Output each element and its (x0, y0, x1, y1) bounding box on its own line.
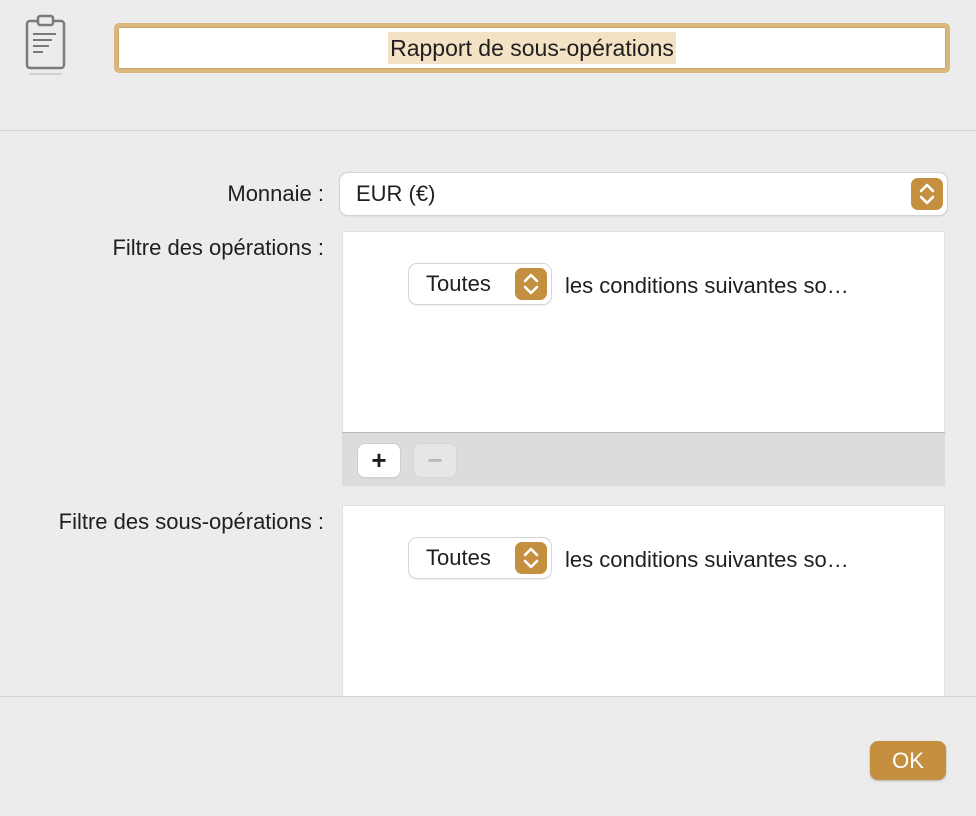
transaction-match-value: Toutes (426, 271, 491, 296)
transaction-filter-label: Filtre des opérations : (112, 235, 324, 260)
transaction-filter-toolbar: + − (342, 432, 945, 486)
report-header: Rapport de sous-opérations (0, 0, 976, 131)
ok-button[interactable]: OK (870, 741, 946, 780)
report-title-field[interactable]: Rapport de sous-opérations (114, 23, 950, 73)
transaction-match-select[interactable]: Toutes (409, 264, 551, 304)
currency-select[interactable]: EUR (€) (340, 173, 947, 215)
add-condition-button[interactable]: + (358, 444, 400, 477)
chevron-updown-icon (515, 268, 547, 300)
transaction-conditions-text: les conditions suivantes so… (565, 273, 849, 298)
split-filter-label: Filtre des sous-opérations : (58, 509, 324, 534)
report-title: Rapport de sous-opérations (388, 32, 676, 64)
currency-label: Monnaie : (227, 181, 324, 206)
remove-condition-button[interactable]: − (414, 444, 456, 477)
chevron-updown-icon (911, 178, 943, 210)
split-filter-panel: Toutes les conditions suivantes so… (342, 505, 945, 696)
split-match-select[interactable]: Toutes (409, 538, 551, 578)
clipboard-report-icon (24, 14, 68, 78)
split-match-value: Toutes (426, 545, 491, 570)
transaction-filter-panel: Toutes les conditions suivantes so… (342, 231, 945, 433)
dialog-footer: OK (0, 696, 976, 816)
split-conditions-text: les conditions suivantes so… (565, 547, 849, 572)
chevron-updown-icon (515, 542, 547, 574)
currency-value: EUR (€) (356, 181, 436, 206)
